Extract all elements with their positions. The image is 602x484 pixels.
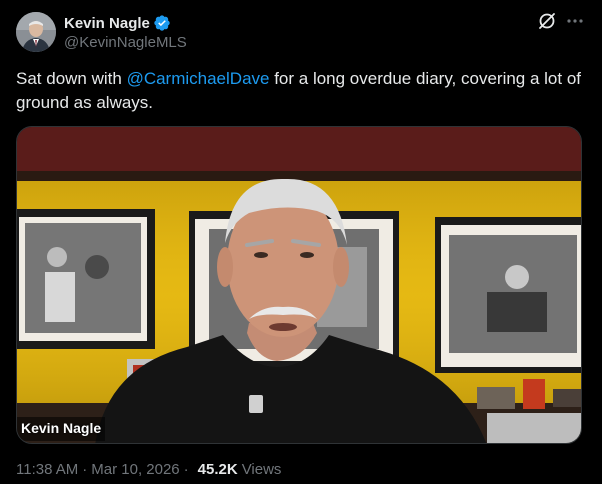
avatar[interactable]: [16, 12, 56, 52]
verified-badge-icon: [153, 14, 171, 32]
display-name-row: Kevin Nagle: [64, 13, 187, 33]
slash-circle-icon: [537, 11, 557, 36]
tweet-time[interactable]: 11:38 AM: [16, 461, 78, 478]
views-count: 45.2K: [197, 461, 238, 478]
more-button[interactable]: [564, 12, 586, 34]
video-name-overlay: Kevin Nagle: [17, 417, 106, 441]
more-icon: [565, 11, 585, 36]
views-label: Views: [241, 461, 282, 478]
author-names: Kevin Nagle @KevinNagleMLS: [64, 13, 187, 52]
video-frame: [17, 127, 581, 443]
tweet-meta: 11:38 AM · Mar 10, 2026 · 45.2K Views: [16, 461, 281, 478]
tweet-text-before: Sat down with: [16, 69, 127, 88]
meta-separator: ·: [82, 461, 88, 478]
tweet-date[interactable]: Mar 10, 2026: [91, 461, 179, 478]
author-handle[interactable]: @KevinNagleMLS: [64, 34, 187, 51]
tweet-header: Kevin Nagle @KevinNagleMLS: [16, 12, 586, 54]
header-actions: [536, 12, 586, 34]
tweet-text: Sat down with @CarmichaelDave for a long…: [16, 67, 586, 115]
video-player[interactable]: Kevin Nagle: [16, 126, 582, 444]
mention-link[interactable]: @CarmichaelDave: [127, 69, 270, 88]
grok-button[interactable]: [536, 12, 558, 34]
meta-separator-2: ·: [183, 461, 189, 478]
display-name[interactable]: Kevin Nagle: [64, 15, 150, 32]
